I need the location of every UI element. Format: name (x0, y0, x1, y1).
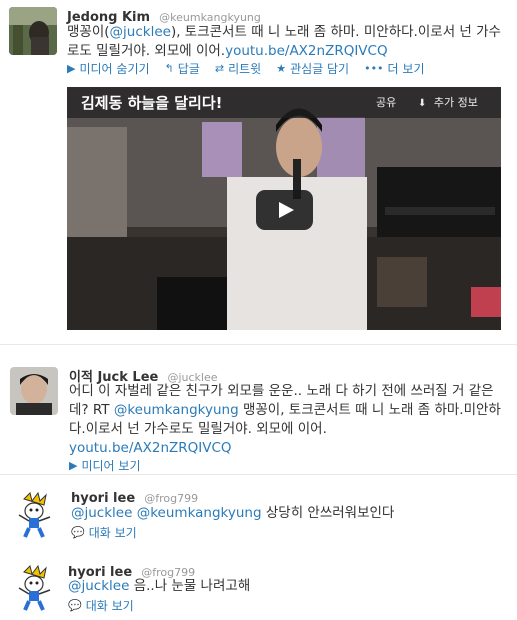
view-conversation-label: 대화 보기 (88, 526, 137, 540)
tweet-actions: 💬 대화 보기 (68, 597, 134, 614)
favorite-button[interactable]: ★ 관심글 담기 (276, 60, 349, 77)
avatar-image (9, 7, 57, 55)
video-share-button[interactable]: 공유 (376, 94, 396, 110)
hide-media-button[interactable]: ▶ 미디어 숨기기 (67, 60, 150, 77)
view-conversation-button[interactable]: 💬 대화 보기 (68, 597, 134, 614)
tweet-text: 어디 이 자벌레 같은 친구가 외모를 운운.. 노래 다 하기 전에 쓰러질 … (69, 382, 507, 458)
avatar[interactable] (9, 7, 57, 55)
info-icon: ⬇ (418, 98, 427, 109)
video-more-info-button[interactable]: ⬇ 추가 정보 (418, 94, 478, 110)
retweet-button[interactable]: ⇄ 리트윗 (215, 60, 261, 77)
tweet-text-part: 음..나 눈물 나려고해 (129, 578, 251, 594)
star-icon: ★ (276, 62, 287, 75)
url-link[interactable]: youtu.be/AX2nZRQIVCQ (225, 43, 388, 59)
avatar[interactable] (10, 367, 58, 415)
tweet-actions: ▶ 미디어 숨기기 ↰ 답글 ⇄ 리트윗 ★ 관심글 담기 ••• 더 보기 (67, 60, 424, 77)
view-media-button[interactable]: ▶ 미디어 보기 (69, 457, 140, 474)
tweet-text-part: 맹꽁이( (67, 24, 110, 40)
video-title[interactable]: 김제동 하늘을 달리다! (81, 92, 223, 113)
retweet-icon: ⇄ (214, 62, 225, 75)
favorite-label: 관심글 담기 (290, 62, 350, 76)
video-icon: ▶ (69, 459, 78, 472)
view-conversation-label: 대화 보기 (85, 599, 134, 613)
mention-link[interactable]: @keumkangkyung (114, 402, 239, 418)
tweet-1: Jedong Kim @keumkangkyung 맹꽁이(@jucklee),… (0, 0, 517, 342)
view-conversation-button[interactable]: 💬 대화 보기 (71, 524, 137, 541)
retweet-label: 리트윗 (228, 62, 262, 76)
speech-bubble-icon: 💬 (71, 526, 85, 539)
play-button[interactable] (256, 190, 313, 230)
tweet-4: hyori lee @frog799 @jucklee 음..나 눈물 나려고해… (0, 550, 517, 620)
tweet-3: hyori lee @frog799 @jucklee @keumkangkyu… (0, 475, 517, 545)
video-title-bar: 김제동 하늘을 달리다! 공유 ⬇ 추가 정보 (67, 87, 501, 118)
tweet-actions: ▶ 미디어 보기 (69, 457, 140, 474)
speech-bubble-icon: 💬 (68, 599, 82, 612)
tweet-2: 이적 Juck Lee @jucklee 어디 이 자벌레 같은 친구가 외모를… (0, 345, 517, 474)
hide-media-label: 미디어 숨기기 (79, 62, 150, 76)
tweet-actions: 💬 대화 보기 (71, 524, 137, 541)
avatar[interactable] (10, 491, 58, 539)
reply-label: 답글 (177, 62, 200, 76)
avatar-image (10, 367, 58, 415)
video-icon: ▶ (67, 62, 76, 75)
more-info-label: 추가 정보 (433, 96, 478, 109)
tweet-text-part: 상당히 안쓰러워보인다 (261, 505, 395, 521)
reply-button[interactable]: ↰ 답글 (165, 60, 200, 77)
url-link[interactable]: youtu.be/AX2nZRQIVCQ (69, 440, 232, 456)
video-player[interactable]: 김제동 하늘을 달리다! 공유 ⬇ 추가 정보 (67, 87, 501, 330)
mention-link[interactable]: @jucklee (68, 578, 129, 594)
avatar[interactable] (10, 564, 58, 612)
view-media-label: 미디어 보기 (81, 459, 141, 473)
mention-link[interactable]: @jucklee (110, 24, 171, 40)
tweet-text: @jucklee 음..나 눈물 나려고해 (68, 577, 507, 596)
avatar-image (10, 491, 58, 539)
more-button[interactable]: ••• 더 보기 (364, 60, 424, 77)
more-label: 더 보기 (387, 62, 425, 76)
mention-link[interactable]: @keumkangkyung (137, 505, 262, 521)
tweet-text: @jucklee @keumkangkyung 상당히 안쓰러워보인다 (71, 504, 507, 523)
tweet-text: 맹꽁이(@jucklee), 토크콘서트 때 니 노래 좀 하마. 미안하다.이… (67, 23, 507, 61)
reply-icon: ↰ (164, 62, 174, 75)
avatar-image (10, 564, 58, 612)
mention-link[interactable]: @jucklee (71, 505, 132, 521)
more-icon: ••• (364, 62, 384, 75)
